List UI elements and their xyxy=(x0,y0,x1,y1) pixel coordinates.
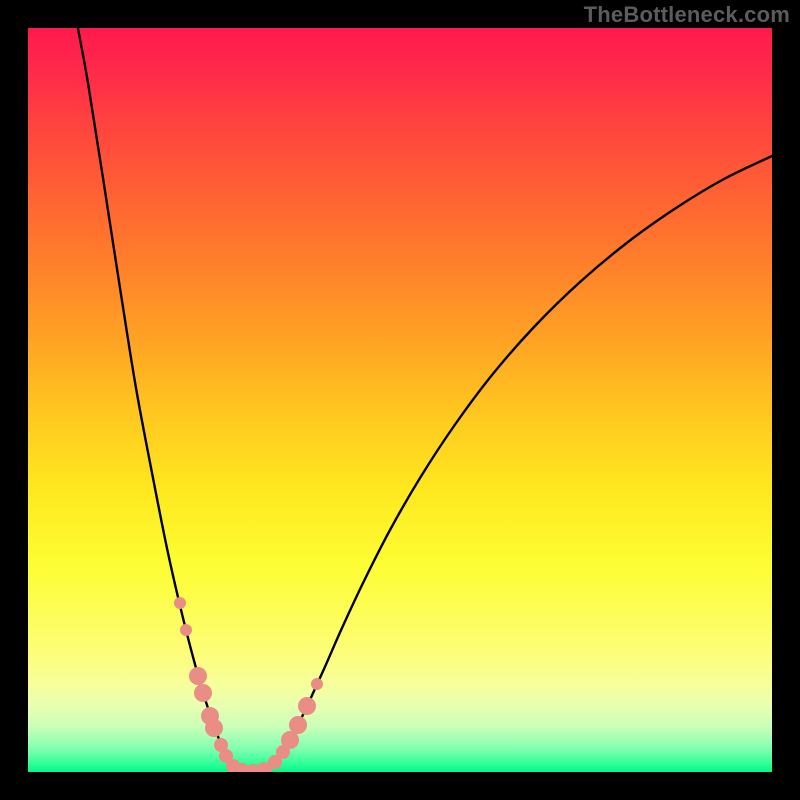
chart-svg xyxy=(28,28,772,772)
data-dot xyxy=(205,719,223,737)
data-dot xyxy=(311,678,323,690)
plot-area xyxy=(28,28,772,772)
data-dot xyxy=(174,597,186,609)
data-dot xyxy=(189,667,207,685)
data-dots-group xyxy=(174,597,323,772)
data-dot xyxy=(289,716,307,734)
chart-frame: TheBottleneck.com xyxy=(0,0,800,800)
data-dot xyxy=(298,697,316,715)
data-dot xyxy=(194,684,212,702)
data-dot xyxy=(180,624,192,636)
watermark-text: TheBottleneck.com xyxy=(584,2,790,28)
bottleneck-curve xyxy=(76,28,772,772)
